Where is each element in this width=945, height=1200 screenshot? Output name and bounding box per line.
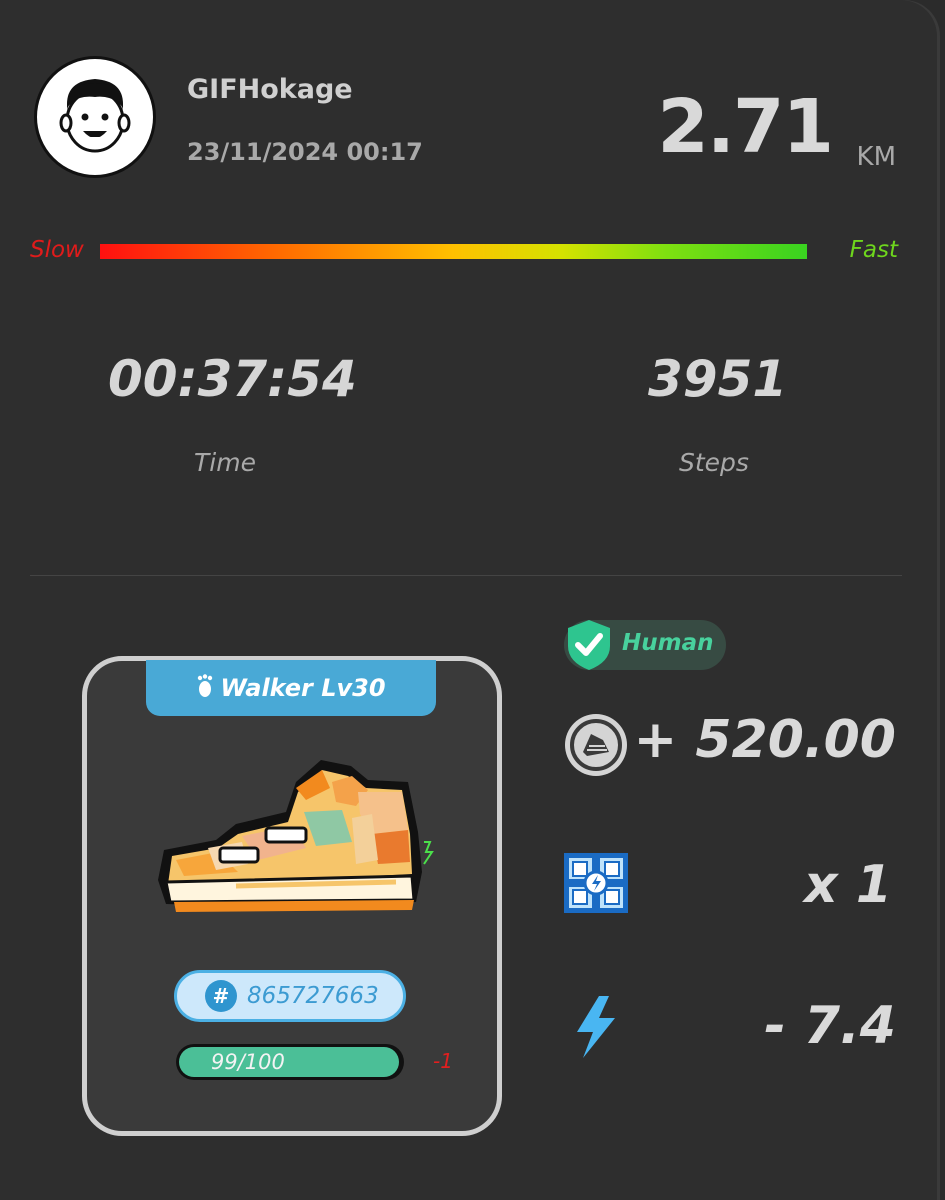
sneaker-level-label: Walker Lv30 <box>220 674 386 702</box>
human-label: Human <box>622 630 714 656</box>
username: GIFHokage <box>187 74 353 105</box>
speed-gradient-bar <box>100 244 807 259</box>
divider <box>30 575 902 576</box>
hash-icon: # <box>205 980 237 1012</box>
sneaker-id: 865727663 <box>247 983 379 1009</box>
distance-unit: KM <box>856 142 896 172</box>
gst-coin-icon <box>565 714 627 776</box>
avatar-face-icon <box>59 79 131 153</box>
steps-value: 3951 <box>648 350 788 408</box>
time-value: 00:37:54 <box>108 350 357 408</box>
durability-bar: 99/100 <box>176 1044 404 1080</box>
durability-text: 99/100 <box>211 1050 285 1074</box>
time-label: Time <box>194 448 256 477</box>
sneaker-level-tab: Walker Lv30 <box>146 660 436 716</box>
sneaker-id-badge[interactable]: # 865727663 <box>174 970 406 1022</box>
shield-check-icon <box>568 620 610 670</box>
footprint-icon <box>196 673 216 703</box>
speed-fast-label: Fast <box>849 237 898 263</box>
steps-label: Steps <box>679 448 749 477</box>
avatar[interactable] <box>34 56 156 178</box>
run-datetime: 23/11/2024 00:17 <box>187 138 423 166</box>
mystery-box-icon <box>564 853 628 913</box>
distance-value: 2.71 <box>657 84 834 170</box>
mystery-box-count: x 1 <box>804 855 892 915</box>
speed-slow-label: Slow <box>30 237 84 263</box>
run-summary-card: GIFHokage 23/11/2024 00:17 2.71 KM Slow … <box>0 0 940 1200</box>
durability-fill: 99/100 <box>179 1047 399 1077</box>
sneaker-image <box>158 760 434 912</box>
lightning-energy-icon <box>577 996 615 1058</box>
energy-value: - 7.4 <box>764 996 896 1056</box>
durability-delta: -1 <box>433 1049 453 1073</box>
reward-value: + 520.00 <box>633 710 896 770</box>
